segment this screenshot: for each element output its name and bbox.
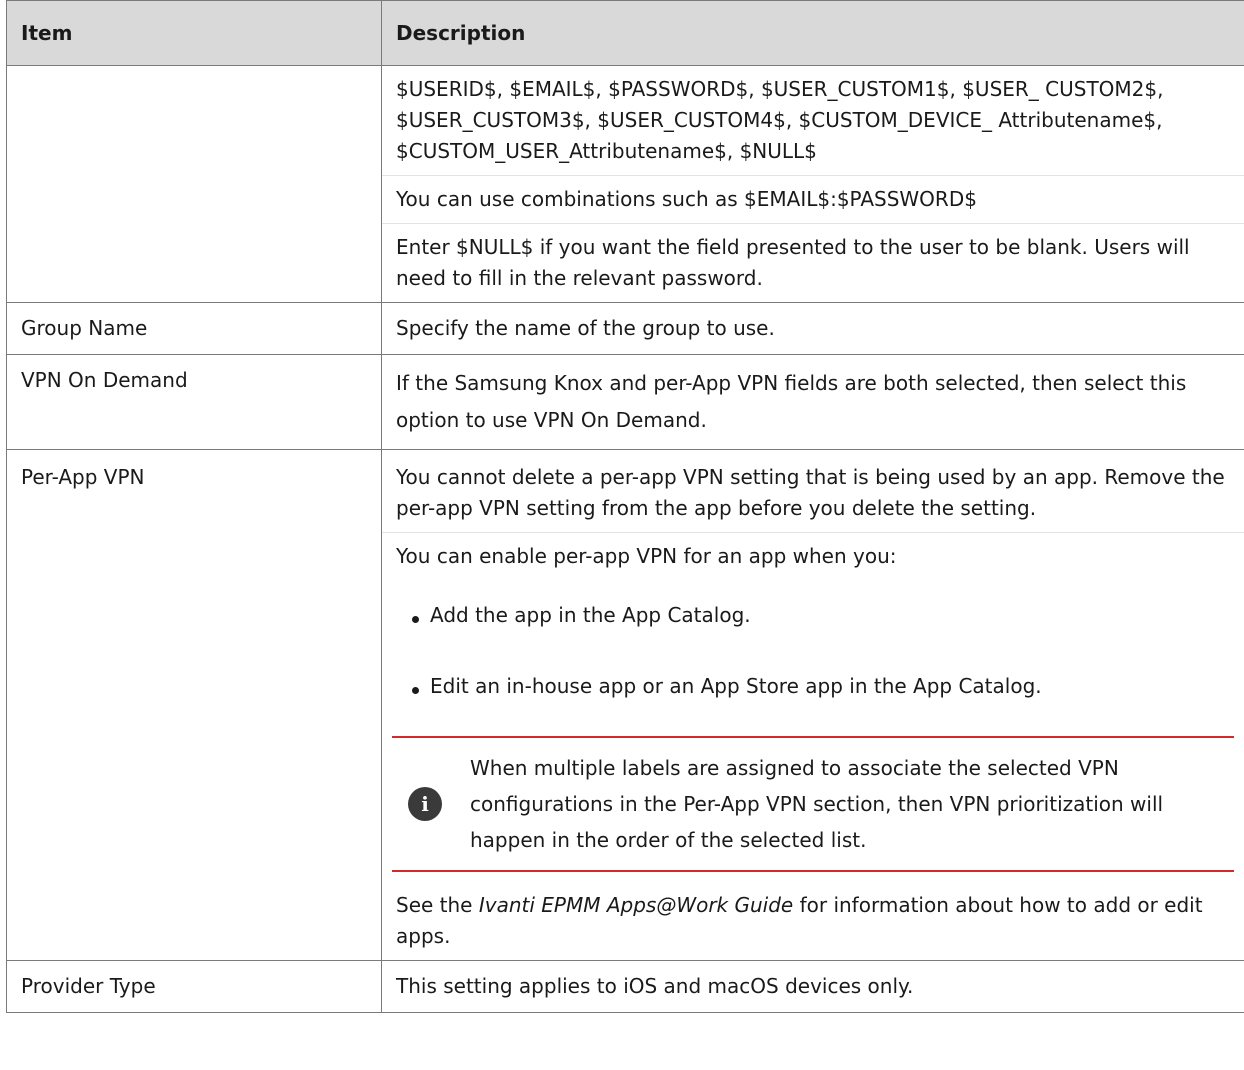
note-callout: i When multiple labels are assigned to a… bbox=[392, 736, 1234, 872]
description-cell: This setting applies to iOS and macOS de… bbox=[381, 960, 1244, 1013]
description-paragraph: Enter $NULL$ if you want the field prese… bbox=[382, 223, 1244, 302]
description-paragraph: You cannot delete a per-app VPN setting … bbox=[396, 465, 1225, 520]
item-cell bbox=[6, 65, 382, 303]
column-header-item: Item bbox=[6, 0, 382, 66]
settings-table: Item Description $USERID$, $EMAIL$, $PAS… bbox=[6, 0, 1244, 1013]
item-cell: Per-App VPN bbox=[6, 449, 382, 961]
table-row: Group Name Specify the name of the group… bbox=[6, 302, 1244, 355]
description-paragraph: Specify the name of the group to use. bbox=[396, 316, 775, 340]
note-text: When multiple labels are assigned to ass… bbox=[470, 756, 1164, 852]
table-row: VPN On Demand If the Samsung Knox and pe… bbox=[6, 354, 1244, 450]
table-row: Provider Type This setting applies to iO… bbox=[6, 960, 1244, 1013]
table-row: Per-App VPN You cannot delete a per-app … bbox=[6, 449, 1244, 961]
item-cell: VPN On Demand bbox=[6, 354, 382, 450]
column-header-description: Description bbox=[381, 0, 1244, 66]
description-paragraph: You can use combinations such as $EMAIL$… bbox=[382, 175, 1244, 223]
description-cell: Specify the name of the group to use. bbox=[381, 302, 1244, 355]
guide-title: Ivanti EPMM Apps@Work Guide bbox=[478, 893, 794, 917]
info-icon: i bbox=[408, 787, 442, 821]
description-paragraph: You can enable per-app VPN for an app wh… bbox=[382, 532, 1244, 580]
table-header-row: Item Description bbox=[6, 0, 1244, 66]
see-also-paragraph: See the Ivanti EPMM Apps@Work Guide for … bbox=[382, 882, 1244, 960]
item-cell: Group Name bbox=[6, 302, 382, 355]
description-paragraph: This setting applies to iOS and macOS de… bbox=[396, 974, 914, 998]
description-cell: If the Samsung Knox and per-App VPN fiel… bbox=[381, 354, 1244, 450]
bullet-item: Edit an in-house app or an App Store app… bbox=[382, 651, 1244, 722]
description-paragraph: $USERID$, $EMAIL$, $PASSWORD$, $USER_CUS… bbox=[396, 77, 1164, 163]
table-row: $USERID$, $EMAIL$, $PASSWORD$, $USER_CUS… bbox=[6, 65, 1244, 303]
bullet-item: Add the app in the App Catalog. bbox=[382, 580, 1244, 651]
item-cell: Provider Type bbox=[6, 960, 382, 1013]
description-cell: You cannot delete a per-app VPN setting … bbox=[381, 449, 1244, 961]
description-paragraph: If the Samsung Knox and per-App VPN fiel… bbox=[396, 371, 1187, 432]
description-cell: $USERID$, $EMAIL$, $PASSWORD$, $USER_CUS… bbox=[381, 65, 1244, 303]
see-prefix: See the bbox=[396, 893, 479, 917]
